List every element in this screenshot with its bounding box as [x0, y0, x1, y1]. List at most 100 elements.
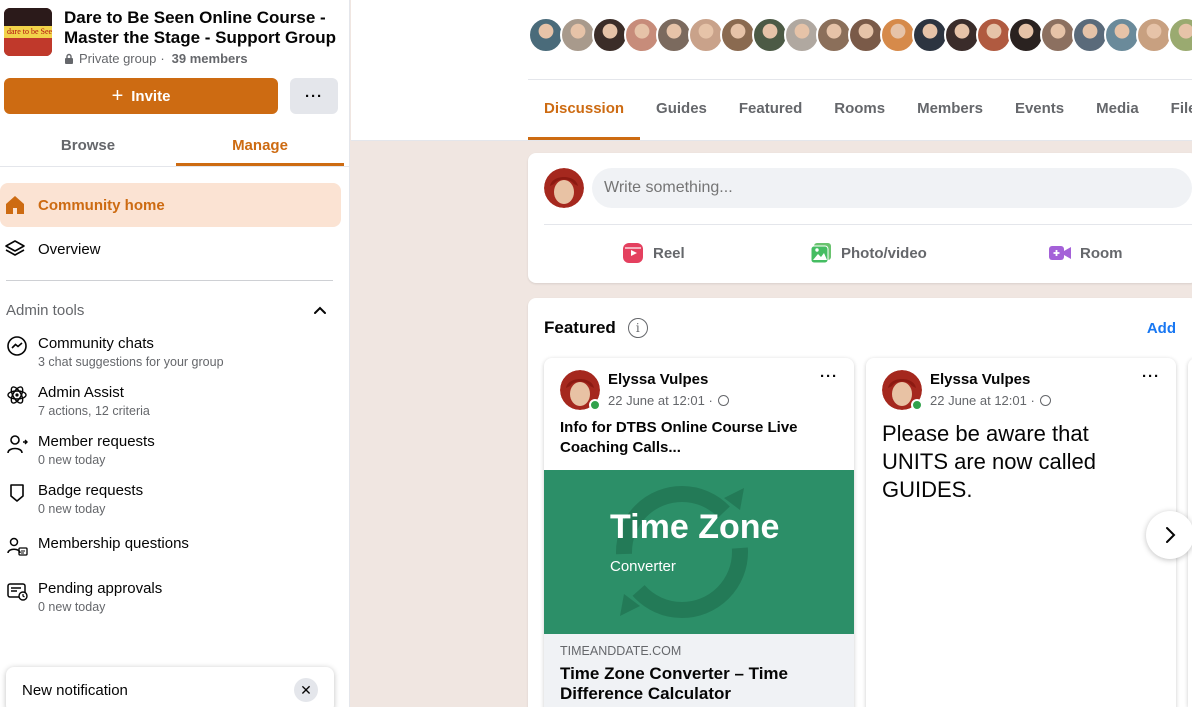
featured-add-link[interactable]: Add — [1147, 320, 1176, 337]
member-avatar[interactable] — [1104, 17, 1140, 53]
badge-icon — [10, 484, 24, 502]
group-tabs: Discussion Guides Featured Rooms Members… — [528, 80, 1192, 140]
post-author[interactable]: Elyssa Vulpes — [930, 371, 1030, 388]
admin-item-pending-approvals[interactable]: Pending approvals 0 new today — [0, 579, 349, 614]
tab-members[interactable]: Members — [901, 80, 999, 140]
admin-item-admin-assist[interactable]: Admin Assist 7 actions, 12 criteria — [0, 383, 349, 418]
invite-button[interactable]: + Invite — [4, 78, 278, 114]
admin-item-community-chats[interactable]: Community chats 3 chat suggestions for yo… — [0, 334, 349, 369]
more-options-button[interactable]: ··· — [290, 78, 338, 114]
member-avatar[interactable] — [1168, 17, 1192, 53]
lock-icon — [65, 53, 73, 64]
more-options-icon[interactable]: ··· — [820, 368, 838, 385]
member-avatar[interactable] — [624, 17, 660, 53]
tab-browse[interactable]: Browse — [4, 128, 172, 166]
group-top-bar: Discussion Guides Featured Rooms Members… — [351, 0, 1192, 141]
video-room-icon — [1049, 246, 1071, 260]
post-timestamp[interactable]: 22 June at 12:01 · — [608, 393, 729, 408]
tab-featured[interactable]: Featured — [723, 80, 818, 140]
group-sidebar: dare to be Seen Dare to Be Seen Online C… — [0, 0, 350, 707]
write-something-input[interactable] — [592, 168, 1192, 208]
member-avatar[interactable] — [592, 17, 628, 53]
reel-button[interactable]: Reel — [621, 241, 685, 265]
tab-guides[interactable]: Guides — [640, 80, 723, 140]
clock-arrows-graphic — [616, 486, 748, 618]
chevron-up-icon[interactable] — [313, 305, 327, 315]
featured-post-card[interactable]: Elyssa Vulpes 22 June at 12:01 · ··· Inf… — [544, 358, 854, 707]
link-preview-image[interactable]: Time Zone Converter — [544, 470, 854, 634]
tab-rooms[interactable]: Rooms — [818, 80, 901, 140]
link-title: Time Zone Converter – Time Difference Ca… — [560, 664, 788, 703]
member-avatar[interactable] — [720, 17, 756, 53]
post-author[interactable]: Elyssa Vulpes — [608, 371, 708, 388]
member-avatar[interactable] — [784, 17, 820, 53]
admin-item-title: Pending approvals — [38, 580, 163, 597]
layers-icon — [4, 238, 26, 260]
admin-item-title: Admin Assist — [38, 384, 124, 401]
nav-overview[interactable]: Overview — [0, 227, 349, 271]
post-composer: Reel Photo/video Room — [528, 153, 1192, 283]
group-title[interactable]: Dare to Be Seen Online Course - Master t… — [64, 8, 344, 48]
featured-post-card[interactable]: Elyssa Vulpes 22 June at 12:01 · ··· Ple… — [866, 358, 1176, 707]
messenger-icon — [7, 336, 27, 356]
atom-icon — [7, 386, 27, 404]
carousel-next-button[interactable] — [1146, 511, 1192, 559]
post-timestamp[interactable]: 22 June at 12:01 · — [930, 393, 1051, 408]
group-header: dare to be Seen Dare to Be Seen Online C… — [0, 0, 349, 66]
image-title: Time Zone — [610, 508, 780, 546]
member-avatars — [528, 17, 1192, 53]
admin-item-subtitle: 7 actions, 12 criteria — [38, 404, 150, 418]
member-avatar[interactable] — [752, 17, 788, 53]
admin-item-subtitle: 0 new today — [38, 502, 106, 516]
info-icon[interactable]: i — [627, 318, 648, 338]
tab-files[interactable]: Files — [1155, 80, 1192, 140]
member-avatar[interactable] — [944, 17, 980, 53]
admin-item-member-requests[interactable]: Member requests 0 new today — [0, 432, 349, 467]
group-member-count[interactable]: 39 members — [172, 51, 248, 66]
admin-item-title: Membership questions — [38, 535, 189, 552]
admin-item-badge-requests[interactable]: Badge requests 0 new today — [0, 481, 349, 516]
group-privacy-line: Private group · 39 members — [64, 51, 344, 66]
featured-header: Featured i — [544, 318, 648, 338]
member-avatar[interactable] — [848, 17, 884, 53]
tab-manage[interactable]: Manage — [176, 128, 344, 166]
photo-video-label: Photo/video — [841, 244, 927, 262]
member-avatar[interactable] — [880, 17, 916, 53]
group-privacy: Private group — [79, 51, 157, 66]
room-button[interactable]: Room — [1048, 241, 1123, 265]
post-text: Please be aware that UNITS are now calle… — [882, 421, 1096, 502]
globe-icon — [717, 395, 729, 406]
admin-tools-header[interactable]: Admin tools — [0, 290, 349, 330]
member-avatar[interactable] — [1008, 17, 1044, 53]
group-thumb-logo: dare to be Seen — [4, 26, 52, 38]
member-avatar[interactable] — [816, 17, 852, 53]
new-notification-toast[interactable]: New notification ✕ — [6, 667, 334, 707]
link-domain: TIMEANDDATE.COM — [560, 644, 682, 658]
member-avatar[interactable] — [1136, 17, 1172, 53]
close-icon[interactable]: ✕ — [294, 678, 318, 702]
photo-video-button[interactable]: Photo/video — [809, 241, 927, 265]
member-avatar[interactable] — [688, 17, 724, 53]
link-preview[interactable]: TIMEANDDATE.COM Time Zone Converter – Ti… — [544, 634, 854, 707]
user-avatar[interactable] — [544, 168, 584, 208]
member-avatar[interactable] — [1072, 17, 1108, 53]
admin-tools-heading: Admin tools — [6, 301, 85, 319]
admin-item-membership-questions[interactable]: Membership questions — [0, 534, 349, 557]
member-avatar[interactable] — [656, 17, 692, 53]
member-avatar[interactable] — [528, 17, 564, 53]
sidebar-tabs: Browse Manage — [0, 128, 349, 167]
nav-overview-label: Overview — [38, 240, 101, 258]
member-avatar[interactable] — [976, 17, 1012, 53]
tab-discussion[interactable]: Discussion — [528, 80, 641, 140]
group-cover-thumbnail[interactable]: dare to be Seen — [4, 8, 52, 56]
member-avatar[interactable] — [912, 17, 948, 53]
nav-community-home[interactable]: Community home — [0, 183, 341, 227]
tab-events[interactable]: Events — [999, 80, 1080, 140]
member-avatar[interactable] — [560, 17, 596, 53]
plus-icon: + — [111, 85, 124, 107]
more-options-icon[interactable]: ··· — [1142, 368, 1160, 385]
member-avatar[interactable] — [1040, 17, 1076, 53]
tab-media[interactable]: Media — [1080, 80, 1155, 140]
admin-item-subtitle: 0 new today — [38, 600, 106, 614]
admin-item-title: Community chats — [38, 335, 154, 352]
